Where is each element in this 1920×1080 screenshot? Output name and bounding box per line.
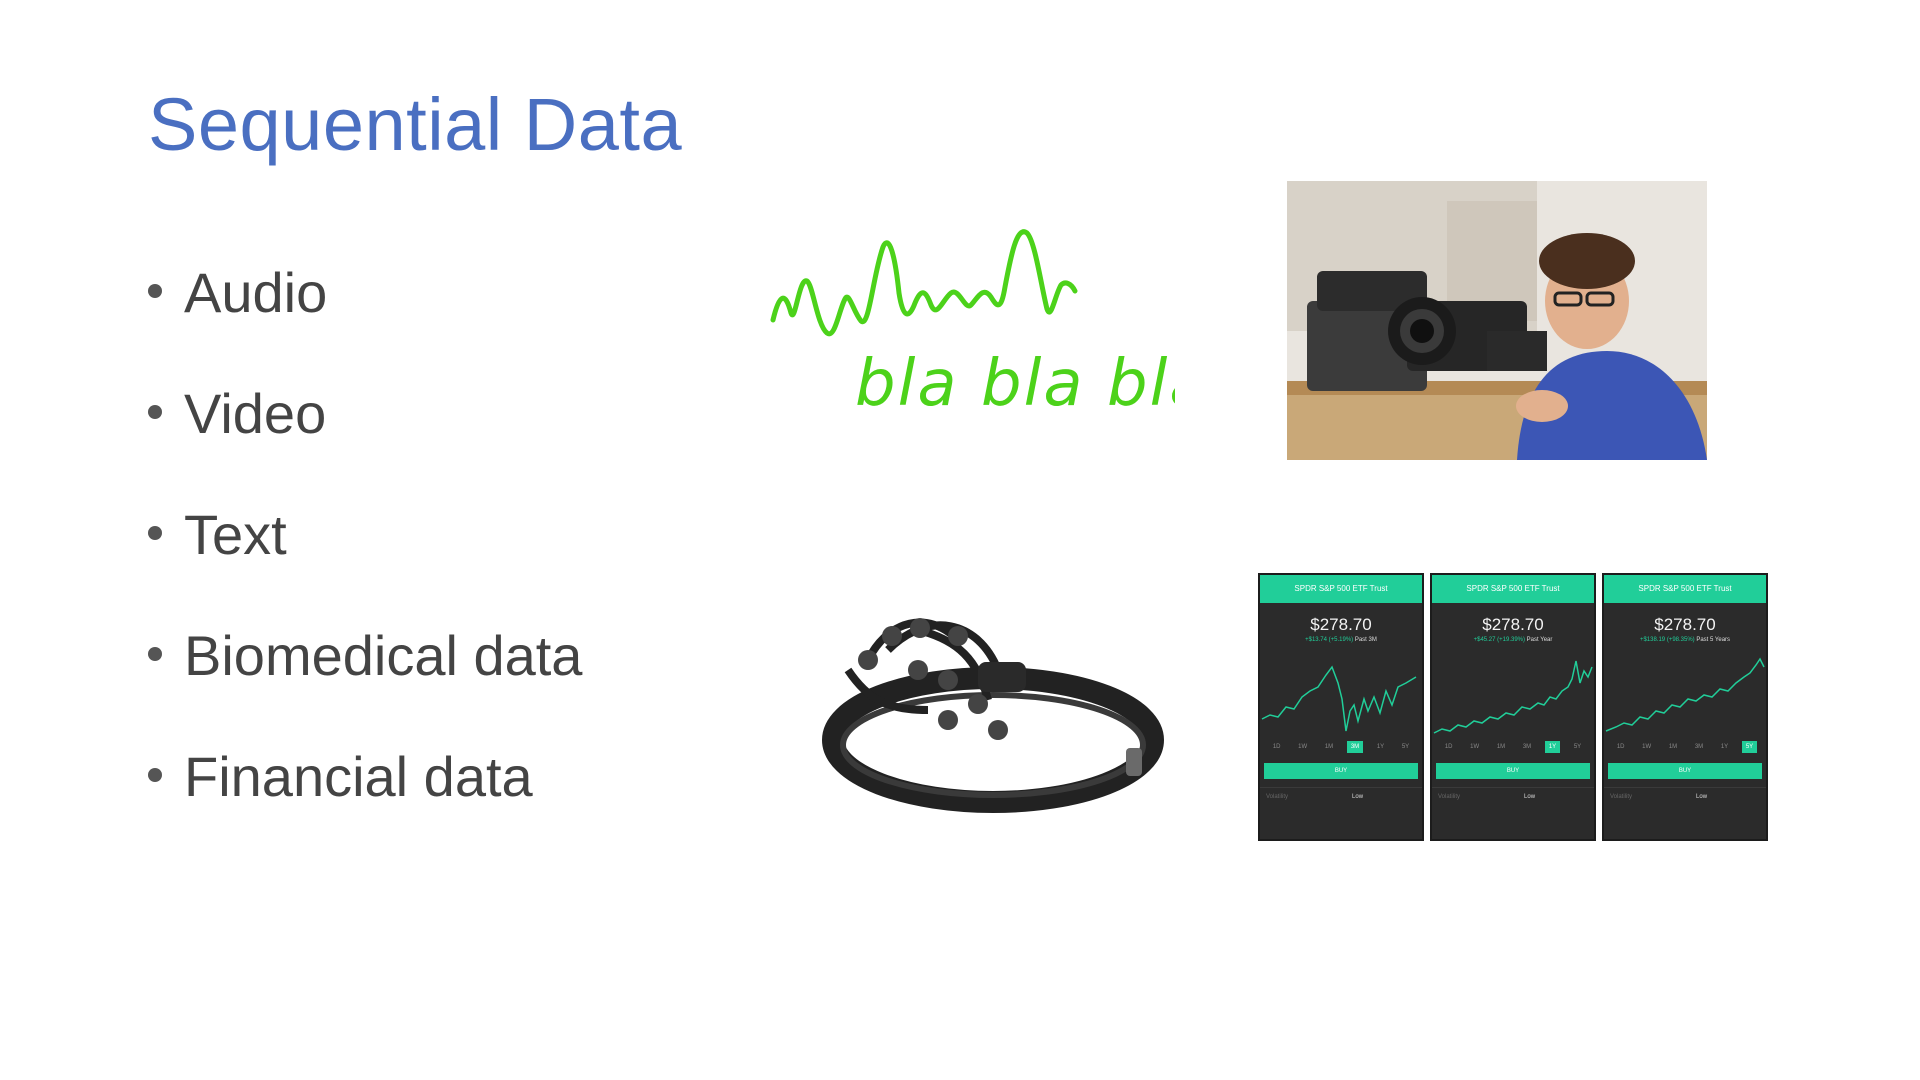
buy-button[interactable]: BUY [1608,763,1762,779]
price-chart [1433,660,1593,734]
change-value: +$45.27 (+19.39%) [1473,637,1525,643]
volatility-label: Volatility [1438,794,1461,800]
range-option[interactable]: 3M [1691,741,1707,753]
bullet-label: Audio [184,261,328,324]
stock-app-phone: SPDR S&P 500 ETF Trust $278.70 +$45.27 (… [1430,573,1596,841]
bullet-list: Audio Video Text Biomedical data Financi… [148,258,582,863]
range-option[interactable]: 1D [1269,741,1285,753]
price-change: +$45.27 (+19.39%) Past Year [1432,637,1594,643]
camera-photo-illustration [1287,181,1707,460]
range-option[interactable]: 5Y [1570,741,1585,753]
range-option[interactable]: 3M [1519,741,1535,753]
bullet-dot-icon [148,405,162,420]
stock-price: $278.70 [1654,615,1716,634]
volatility-row: Volatility Low [1432,787,1594,800]
range-option[interactable]: 1M [1665,741,1681,753]
stock-app-phone: SPDR S&P 500 ETF Trust $278.70 +$13.74 (… [1258,573,1424,841]
eeg-headset-image [822,618,1164,813]
change-value: +$13.74 (+5.19%) [1305,637,1354,643]
bullet-dot-icon [148,647,162,662]
stock-price: $278.70 [1482,615,1544,634]
range-option[interactable]: 5Y [1398,741,1413,753]
range-selector: 1D 1W 1M 3M 1Y 5Y [1604,741,1766,753]
bullet-item: Financial data [148,742,582,863]
bullet-label: Biomedical data [184,624,583,687]
phone-header: SPDR S&P 500 ETF Trust [1604,575,1766,603]
bullet-item: Audio [148,258,582,379]
range-option[interactable]: 1M [1321,741,1337,753]
bullet-label: Video [184,382,327,445]
bullet-dot-icon [148,284,162,299]
audio-waveform-sketch: bla bla bla [770,229,1175,421]
change-period: Past Year [1526,637,1553,643]
range-selector: 1D 1W 1M 3M 1Y 5Y [1432,741,1594,753]
bullet-item: Text [148,500,582,621]
phone-header: SPDR S&P 500 ETF Trust [1432,575,1594,603]
bullet-dot-icon [148,526,162,541]
bullet-item: Video [148,379,582,500]
range-option-selected[interactable]: 3M [1346,741,1364,753]
volatility-label: Volatility [1610,794,1633,800]
change-period: Past 5 Years [1696,637,1731,643]
waveform-ink-path [770,229,1078,337]
volatility-row: Volatility Low [1604,787,1766,800]
volatility-value: Low [1352,794,1364,800]
price-change: +$138.19 (+98.35%) Past 5 Years [1604,637,1766,643]
range-option[interactable]: 1Y [1373,741,1388,753]
range-option[interactable]: 1W [1466,741,1483,753]
range-option[interactable]: 1W [1294,741,1311,753]
bullet-label: Text [184,503,287,566]
range-selector: 1D 1W 1M 3M 1Y 5Y [1260,741,1422,753]
buy-button[interactable]: BUY [1436,763,1590,779]
phone-header: SPDR S&P 500 ETF Trust [1260,575,1422,603]
price-chart [1605,657,1765,732]
bullet-item: Biomedical data [148,621,582,742]
range-option[interactable]: 1M [1493,741,1509,753]
stock-app-phone: SPDR S&P 500 ETF Trust $278.70 +$138.19 … [1602,573,1768,841]
bullet-label: Financial data [184,745,533,808]
stock-price: $278.70 [1310,615,1372,634]
financial-app-screenshots: SPDR S&P 500 ETF Trust $278.70 +$13.74 (… [1258,573,1768,841]
change-value: +$138.19 (+98.35%) [1639,637,1695,643]
range-option-selected[interactable]: 1Y [1544,741,1561,753]
volatility-value: Low [1524,794,1536,800]
range-option[interactable]: 1Y [1717,741,1732,753]
price-change: +$13.74 (+5.19%) Past 3M [1260,637,1422,643]
price-chart [1261,665,1417,732]
range-option[interactable]: 1W [1638,741,1655,753]
volatility-row: Volatility Low [1260,787,1422,800]
change-period: Past 3M [1354,637,1377,643]
range-option[interactable]: 1D [1613,741,1629,753]
range-option[interactable]: 1D [1441,741,1457,753]
range-option-selected[interactable]: 5Y [1741,741,1758,753]
video-camera-photo [1287,181,1707,460]
buy-button[interactable]: BUY [1264,763,1418,779]
handwriting-text: bla bla bla [855,347,1175,421]
volatility-label: Volatility [1266,794,1289,800]
slide-title: Sequential Data [148,83,683,166]
bullet-dot-icon [148,768,162,783]
volatility-value: Low [1696,794,1708,800]
